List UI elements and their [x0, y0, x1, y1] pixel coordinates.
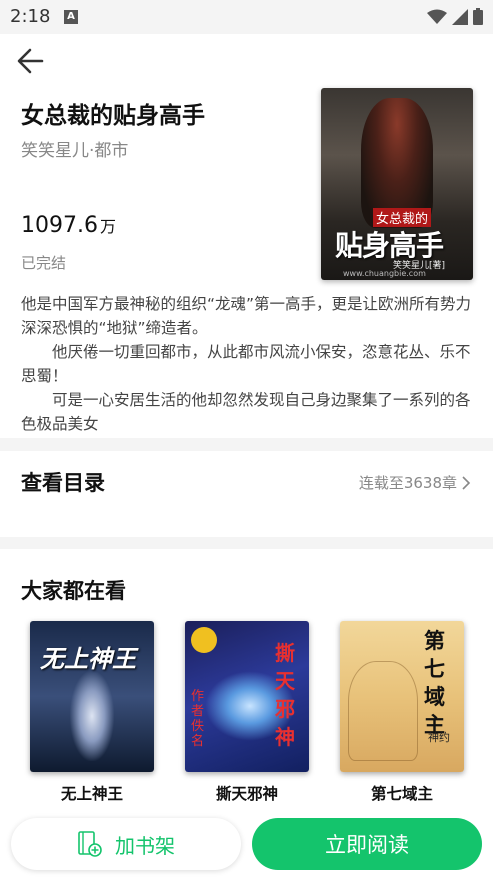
- bookshelf-add-icon: [78, 831, 102, 857]
- status-icons: [427, 8, 483, 25]
- signal-icon: [452, 8, 468, 25]
- toc-title: 查看目录: [21, 471, 105, 495]
- wifi-icon: [427, 9, 447, 24]
- recommend-title: 大家都在看: [21, 579, 126, 603]
- intro-paragraph: 他是中国军方最神秘的组织“龙魂”第一高手，更是让欧洲所有势力深深恐惧的“地狱”缔…: [21, 295, 472, 337]
- recommend-cover[interactable]: 无上神王: [30, 621, 154, 772]
- read-now-label: 立即阅读: [325, 833, 409, 857]
- cover-title: 无上神王: [40, 644, 136, 673]
- cover-art: [191, 627, 217, 653]
- battery-icon: [473, 8, 483, 25]
- add-to-shelf-label: 加书架: [115, 833, 175, 858]
- cover-title: 第七域主: [424, 628, 445, 737]
- recommend-name: 撕天邪神: [215, 785, 278, 803]
- cover-art: [70, 671, 114, 761]
- read-now-button[interactable]: 立即阅读: [252, 818, 482, 870]
- status-time: 2:18: [10, 6, 51, 27]
- toc-row[interactable]: 查看目录 连载至3638章: [0, 451, 493, 537]
- bottom-action-bar: 加书架 立即阅读: [0, 812, 493, 878]
- recommend-cover[interactable]: 撕天邪神 作者佚名: [185, 621, 309, 772]
- word-count-number: 1097.6: [21, 213, 98, 238]
- recommend-name: 无上神王: [60, 785, 123, 803]
- book-title: 女总裁的贴身高手: [21, 103, 205, 129]
- recommend-item[interactable]: 第七域主 神约 第七域主: [340, 621, 464, 804]
- cover-subtitle: 神约: [428, 731, 450, 744]
- recommend-cover[interactable]: 第七域主 神约: [340, 621, 464, 772]
- book-status: 已完结: [21, 254, 67, 272]
- word-count-unit: 万: [99, 217, 116, 236]
- cover-subtitle: 作者佚名: [191, 689, 205, 749]
- back-arrow-icon[interactable]: [14, 44, 48, 78]
- notification-icon: A: [64, 10, 78, 24]
- book-cover: 女总裁的 贴身高手 笑笑星儿[著] www.chuangbie.com: [321, 88, 473, 280]
- toc-status-text: 连载至3638章: [358, 474, 457, 492]
- cover-title: 撕天邪神: [275, 641, 295, 749]
- word-count: 1097.6 万: [21, 213, 116, 238]
- intro-paragraph: 他厌倦一切重回都市，从此都市风流小保安，恣意花丛、乐不思蜀！: [21, 343, 471, 385]
- book-info-section: 女总裁的贴身高手 笑笑星儿·都市 1097.6 万 已完结 女总裁的 贴身高手 笑…: [0, 34, 493, 438]
- chevron-right-icon: [462, 475, 471, 490]
- recommend-name: 第七域主: [370, 785, 433, 803]
- intro-paragraph: 可是一心安居生活的他却忽然发现自己身边聚集了一系列的各色极品美女: [21, 391, 471, 433]
- cover-art: [348, 661, 418, 761]
- add-to-shelf-button[interactable]: 加书架: [11, 818, 241, 870]
- book-author-category: 笑笑星儿·都市: [21, 141, 129, 161]
- cover-watermark: www.chuangbie.com: [343, 269, 426, 278]
- status-bar: 2:18 A: [0, 0, 493, 34]
- book-intro: 他是中国军方最神秘的组织“龙魂”第一高手，更是让欧洲所有势力深深恐惧的“地狱”缔…: [21, 292, 473, 436]
- toc-status: 连载至3638章: [359, 472, 471, 493]
- recommend-item[interactable]: 无上神王 无上神王: [30, 621, 154, 804]
- recommend-item[interactable]: 撕天邪神 作者佚名 撕天邪神: [185, 621, 309, 804]
